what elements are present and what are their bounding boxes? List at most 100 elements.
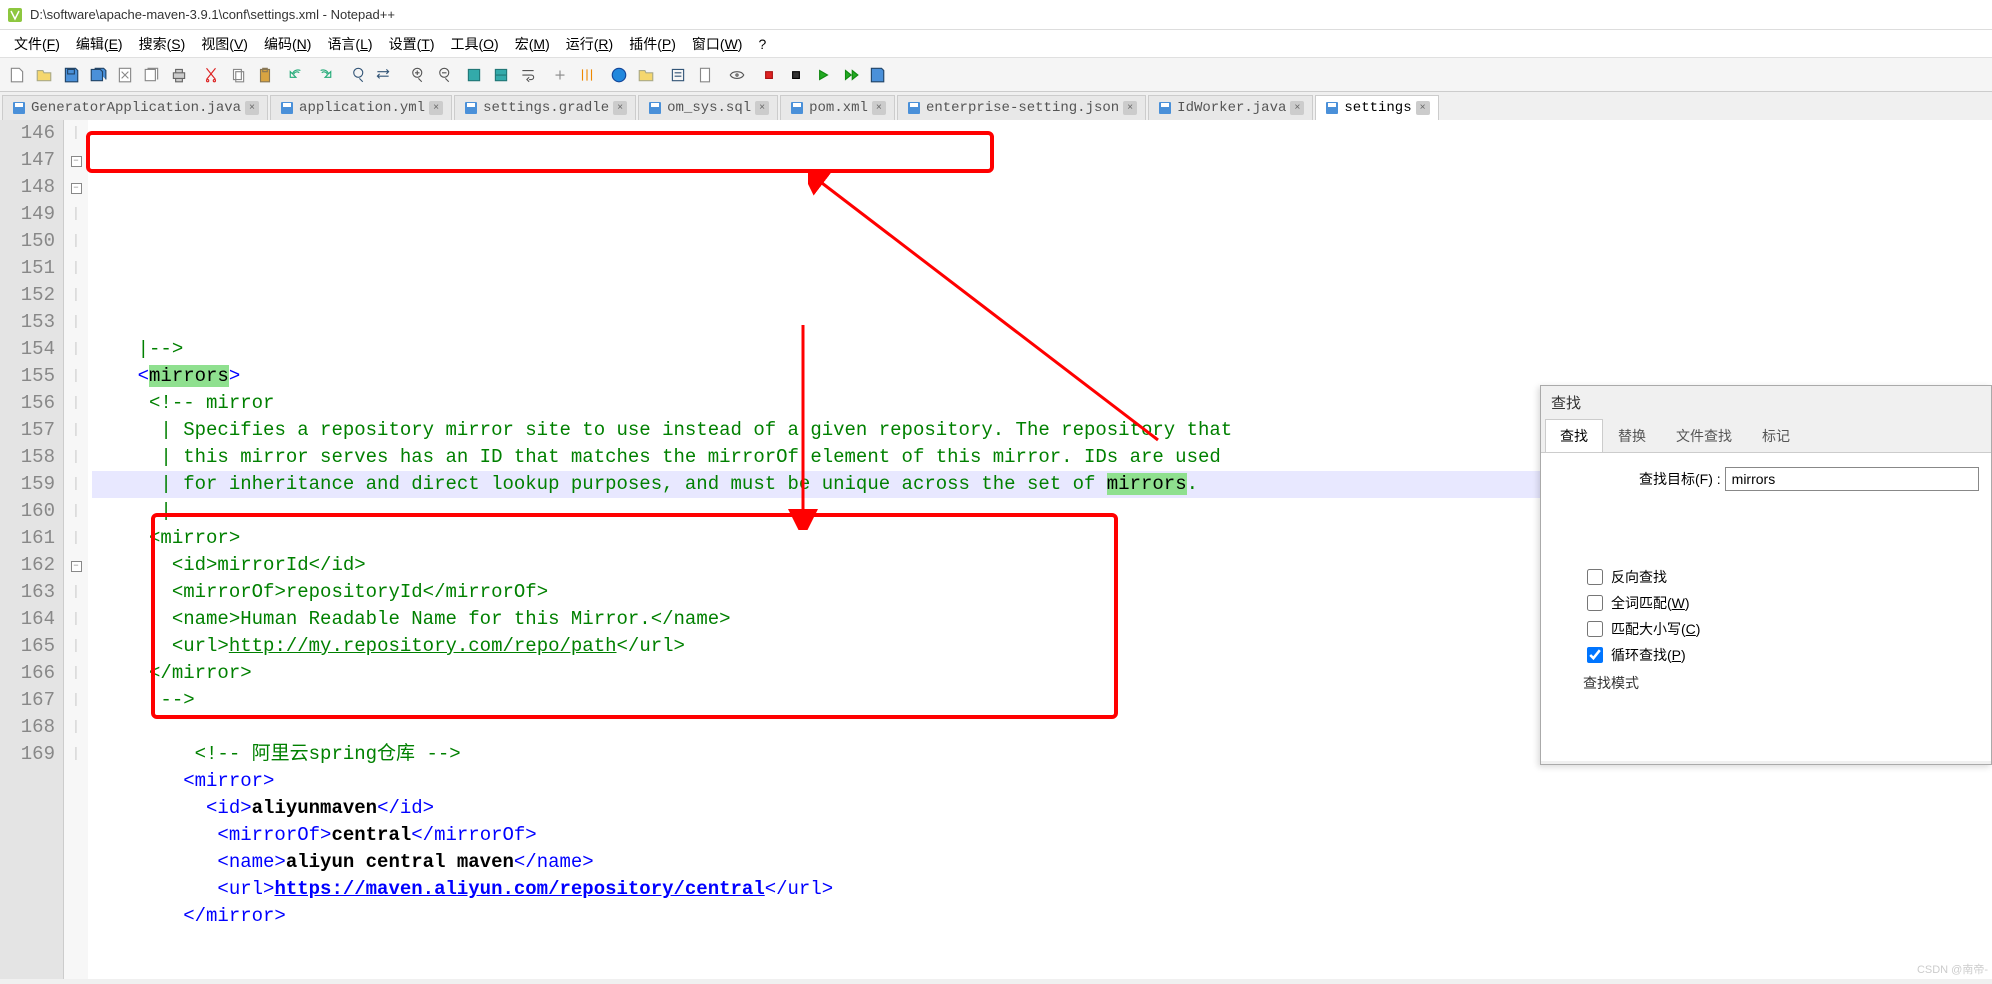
- wrap-icon[interactable]: [515, 62, 541, 88]
- code-line-166[interactable]: <url>https://maven.aliyun.com/repository…: [92, 876, 1992, 903]
- indent-guide-icon[interactable]: [574, 62, 600, 88]
- menu-10[interactable]: 插件(P): [621, 30, 684, 58]
- file-tab-2[interactable]: settings.gradle×: [454, 95, 636, 120]
- undo-icon[interactable]: [284, 62, 310, 88]
- fold-toggle[interactable]: −: [71, 156, 82, 167]
- tab-close-icon[interactable]: ×: [1123, 101, 1137, 115]
- find-check-label-0: 反向查找: [1611, 567, 1667, 587]
- doc-map-icon[interactable]: [692, 62, 718, 88]
- menu-6[interactable]: 设置(T): [381, 30, 443, 58]
- file-tab-5[interactable]: enterprise-setting.json×: [897, 95, 1146, 120]
- file-tab-7[interactable]: settings×: [1315, 95, 1438, 120]
- find-check-3[interactable]: [1587, 647, 1603, 663]
- find-check-1[interactable]: [1587, 595, 1603, 611]
- menu-5[interactable]: 语言(L): [319, 30, 380, 58]
- fold-toggle[interactable]: −: [71, 561, 82, 572]
- menu-0[interactable]: 文件(F): [6, 30, 68, 58]
- code-line-165[interactable]: <name>aliyun central maven</name>: [92, 849, 1992, 876]
- find-check-label-1: 全词匹配(W): [1611, 593, 1690, 613]
- find-check-2[interactable]: [1587, 621, 1603, 637]
- print-icon[interactable]: [166, 62, 192, 88]
- menu-3[interactable]: 视图(V): [193, 30, 256, 58]
- zoom-in-icon[interactable]: [402, 62, 428, 88]
- menu-4[interactable]: 编码(N): [256, 30, 319, 58]
- code-line-168[interactable]: [92, 930, 1992, 957]
- lang-icon[interactable]: [606, 62, 632, 88]
- fold-column[interactable]: |−−|||||||||||||−|||||||: [64, 120, 88, 979]
- folder-icon[interactable]: [633, 62, 659, 88]
- disk-icon: [11, 100, 27, 116]
- open-file-icon[interactable]: [31, 62, 57, 88]
- find-tab-0[interactable]: 查找: [1545, 419, 1603, 452]
- file-tab-4[interactable]: pom.xml×: [780, 95, 895, 120]
- find-dialog: 查找 查找替换文件查找标记 查找目标(F) : 反向查找全词匹配(W)匹配大小写…: [1540, 385, 1992, 765]
- tab-close-icon[interactable]: ×: [429, 101, 443, 115]
- tab-close-icon[interactable]: ×: [1416, 101, 1430, 115]
- close-all-icon[interactable]: [139, 62, 165, 88]
- menu-8[interactable]: 宏(M): [507, 30, 558, 58]
- redo-icon[interactable]: [311, 62, 337, 88]
- app-icon: [6, 6, 24, 24]
- code-line-164[interactable]: <mirrorOf>central</mirrorOf>: [92, 822, 1992, 849]
- find-check-label-3: 循环查找(P): [1611, 645, 1686, 665]
- code-line-146[interactable]: |-->: [92, 336, 1992, 363]
- play-icon[interactable]: [810, 62, 836, 88]
- paste-icon[interactable]: [252, 62, 278, 88]
- stop-icon[interactable]: [783, 62, 809, 88]
- file-tab-0[interactable]: GeneratorApplication.java×: [2, 95, 268, 120]
- menu-7[interactable]: 工具(O): [442, 30, 506, 58]
- find-dialog-title: 查找: [1541, 386, 1991, 419]
- function-list-icon[interactable]: [665, 62, 691, 88]
- find-check-label-2: 匹配大小写(C): [1611, 619, 1700, 639]
- find-body: 查找目标(F) : 反向查找全词匹配(W)匹配大小写(C)循环查找(P) 查找模…: [1541, 453, 1991, 761]
- line-number-gutter: 1461471481491501511521531541551561571581…: [0, 120, 64, 979]
- find-target-input[interactable]: [1725, 467, 1979, 491]
- playback-icon[interactable]: [837, 62, 863, 88]
- eye-icon[interactable]: [724, 62, 750, 88]
- replace-icon[interactable]: [370, 62, 396, 88]
- disk-icon: [463, 100, 479, 116]
- file-tab-1[interactable]: application.yml×: [270, 95, 452, 120]
- disk-icon: [789, 100, 805, 116]
- copy-icon[interactable]: [225, 62, 251, 88]
- file-tab-3[interactable]: om_sys.sql×: [638, 95, 778, 120]
- disk-icon: [647, 100, 663, 116]
- cut-icon[interactable]: [198, 62, 224, 88]
- find-tab-3[interactable]: 标记: [1747, 419, 1805, 452]
- tab-bar: GeneratorApplication.java×application.ym…: [0, 92, 1992, 120]
- file-tab-6[interactable]: IdWorker.java×: [1148, 95, 1313, 120]
- tab-close-icon[interactable]: ×: [245, 101, 259, 115]
- close-icon[interactable]: [112, 62, 138, 88]
- menu-2[interactable]: 搜索(S): [131, 30, 194, 58]
- menu-11[interactable]: 窗口(W): [684, 30, 751, 58]
- new-file-icon[interactable]: [4, 62, 30, 88]
- invisible-icon[interactable]: [547, 62, 573, 88]
- tab-close-icon[interactable]: ×: [613, 101, 627, 115]
- record-icon[interactable]: [756, 62, 782, 88]
- save-icon[interactable]: [58, 62, 84, 88]
- save-macro-icon[interactable]: [864, 62, 890, 88]
- menu-12[interactable]: ?: [750, 32, 774, 56]
- menu-1[interactable]: 编辑(E): [68, 30, 131, 58]
- menu-9[interactable]: 运行(R): [558, 30, 621, 58]
- title-bar: D:\software\apache-maven-3.9.1\conf\sett…: [0, 0, 1992, 30]
- code-line-169[interactable]: [92, 957, 1992, 984]
- code-line-167[interactable]: </mirror>: [92, 903, 1992, 930]
- sync-h-icon[interactable]: [488, 62, 514, 88]
- disk-icon: [1157, 100, 1173, 116]
- find-tab-2[interactable]: 文件查找: [1661, 419, 1747, 452]
- fold-toggle[interactable]: −: [71, 183, 82, 194]
- disk-icon: [906, 100, 922, 116]
- find-tab-1[interactable]: 替换: [1603, 419, 1661, 452]
- find-check-0[interactable]: [1587, 569, 1603, 585]
- code-line-162[interactable]: <mirror>: [92, 768, 1992, 795]
- tab-close-icon[interactable]: ×: [1290, 101, 1304, 115]
- tab-close-icon[interactable]: ×: [755, 101, 769, 115]
- code-line-163[interactable]: <id>aliyunmaven</id>: [92, 795, 1992, 822]
- find-icon[interactable]: [343, 62, 369, 88]
- disk-icon: [279, 100, 295, 116]
- tab-close-icon[interactable]: ×: [872, 101, 886, 115]
- sync-v-icon[interactable]: [461, 62, 487, 88]
- zoom-out-icon[interactable]: [429, 62, 455, 88]
- save-all-icon[interactable]: [85, 62, 111, 88]
